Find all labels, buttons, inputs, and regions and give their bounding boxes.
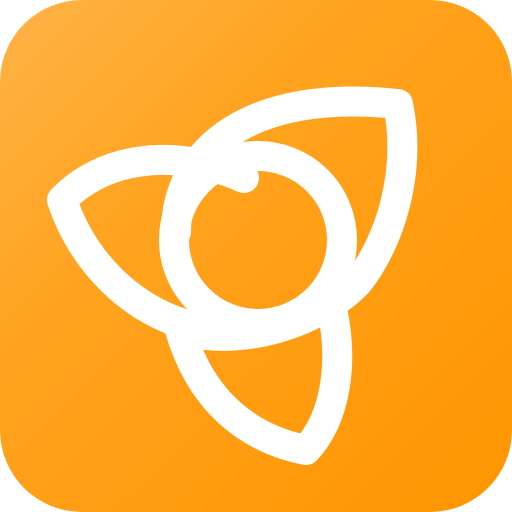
app-icon-tile[interactable] xyxy=(0,0,512,512)
